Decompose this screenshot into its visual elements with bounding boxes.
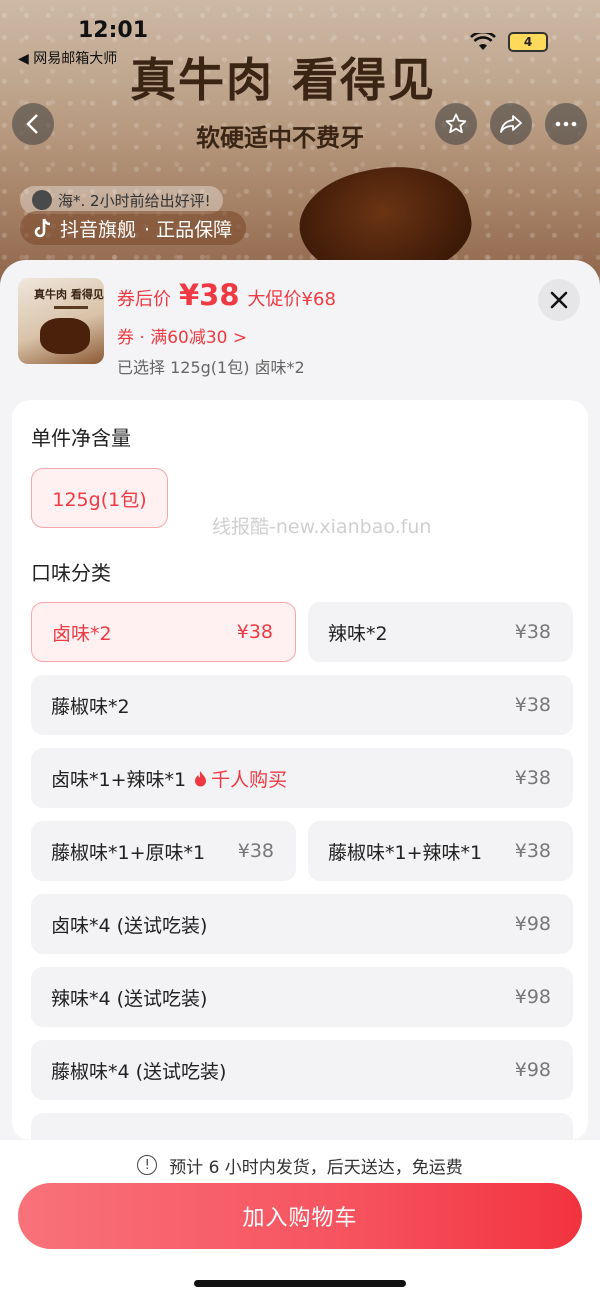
flavor-price: ¥38: [514, 694, 551, 716]
flavor-label: 辣味*2: [328, 622, 388, 645]
home-indicator: [194, 1280, 406, 1287]
status-indicators: 4: [470, 32, 548, 52]
product-hero-banner: 真牛肉 看得见 软硬适中不费牙 12:01 ◀ 网易邮箱大师 4 海*. 2小时…: [0, 0, 600, 300]
thumbnail-jerky-image: [40, 318, 90, 354]
store-guarantee: · 正品保障: [144, 218, 233, 241]
flavor-label: 卤味*1+辣味*1: [51, 768, 187, 791]
flavor-price: ¥38: [514, 840, 551, 862]
hot-sale-tag: 千人购买: [194, 765, 287, 792]
store-badge[interactable]: 抖音旗舰 · 正品保障: [20, 211, 247, 245]
size-section-title: 单件净含量: [31, 426, 131, 450]
flavor-label: 藤椒味*4 (送试吃装): [51, 1060, 227, 1083]
flavor-option[interactable]: 卤味*4 (送试吃装) ¥98: [31, 894, 573, 954]
share-button[interactable]: [490, 103, 532, 145]
wifi-icon: [470, 33, 496, 50]
flavor-price: ¥38: [514, 767, 551, 789]
star-icon: [445, 113, 467, 134]
flavor-option[interactable]: 藤椒味*2 ¥38: [31, 675, 573, 735]
flavor-option[interactable]: 藤椒味*1+辣味*1 ¥38: [308, 821, 573, 881]
price-row: 券后价 ¥38 大促价¥68: [117, 278, 336, 312]
banner-subline: 软硬适中不费牙: [196, 123, 364, 152]
flavor-price: ¥38: [237, 840, 274, 862]
flavor-price: ¥38: [236, 621, 273, 643]
flavor-price: ¥98: [514, 986, 551, 1008]
thumbnail-caption: 真牛肉 看得见: [34, 288, 104, 301]
bottom-action-bar: 加入购物车: [0, 1183, 600, 1300]
more-icon: [555, 121, 577, 127]
flavor-section-title: 口味分类: [31, 561, 111, 585]
watermark: 线报酷-new.xianbao.fun: [212, 516, 432, 538]
flavor-option[interactable]: 辣味*2 ¥38: [308, 602, 573, 662]
flavor-option[interactable]: 藤椒味*4 (送试吃装) ¥98: [31, 1040, 573, 1100]
thumbnail-subline: [54, 306, 88, 309]
share-icon: [500, 115, 522, 133]
back-to-app-link[interactable]: ◀ 网易邮箱大师: [18, 48, 117, 68]
flavor-option[interactable]: 卤味*1+辣味*1 千人购买 ¥38: [31, 748, 573, 808]
flame-icon: [195, 770, 207, 786]
tiktok-icon: [34, 218, 51, 238]
recent-review-chip: 海*. 2小时前给出好评!: [20, 186, 223, 214]
promo-price: 大促价¥68: [247, 289, 336, 310]
final-price: ¥38: [179, 278, 240, 312]
coupon-link[interactable]: 券 · 满60减30 >: [117, 323, 247, 348]
flavor-price: ¥98: [514, 1059, 551, 1081]
price-label: 券后价: [117, 289, 171, 310]
reviewer-avatar: [32, 190, 52, 210]
more-button[interactable]: [545, 103, 587, 145]
flavor-option[interactable]: 辣味*4 (送试吃装) ¥98: [31, 967, 573, 1027]
options-card: 单件净含量 125g(1包) 线报酷-new.xianbao.fun 口味分类 …: [12, 400, 588, 1140]
add-to-cart-button[interactable]: 加入购物车: [18, 1183, 582, 1249]
flavor-option-partial[interactable]: [31, 1113, 573, 1140]
flavor-price: ¥38: [514, 621, 551, 643]
flavor-label: 卤味*4 (送试吃装): [51, 914, 208, 937]
sku-selector-sheet: 真牛肉 看得见 券后价 ¥38 大促价¥68 券 · 满60减30 > 已选择 …: [0, 260, 600, 1300]
chevron-left-icon: [26, 114, 38, 134]
status-time: 12:01: [78, 18, 149, 43]
flavor-label: 藤椒味*2: [51, 695, 130, 718]
close-icon: [550, 291, 568, 309]
review-text: 海*. 2小时前给出好评!: [58, 191, 211, 210]
flavor-price: ¥98: [514, 913, 551, 935]
info-icon: !: [137, 1155, 158, 1175]
size-option-125g[interactable]: 125g(1包): [31, 468, 168, 528]
back-button[interactable]: [12, 103, 54, 145]
flavor-label: 卤味*2: [52, 622, 112, 645]
close-button[interactable]: [538, 279, 580, 321]
flavor-label: 辣味*4 (送试吃装): [51, 987, 208, 1010]
hot-sale-label: 千人购买: [211, 768, 288, 791]
product-thumbnail[interactable]: 真牛肉 看得见: [18, 278, 104, 364]
flavor-label: 藤椒味*1+原味*1: [51, 841, 206, 864]
favorite-button[interactable]: [435, 103, 477, 145]
flavor-option[interactable]: 藤椒味*1+原味*1 ¥38: [31, 821, 296, 881]
flavor-option[interactable]: 卤味*2 ¥38: [31, 602, 296, 662]
battery-icon: 4: [508, 32, 548, 52]
selected-sku-summary: 已选择 125g(1包) 卤味*2: [117, 358, 305, 377]
shipping-text: 预计 6 小时内发货，后天送达，免运费: [169, 1157, 463, 1178]
flavor-label: 藤椒味*1+辣味*1: [328, 841, 483, 864]
store-label: 抖音旗舰: [60, 218, 137, 241]
battery-level: 4: [523, 35, 533, 49]
banner-headline: 真牛肉 看得见: [130, 53, 437, 107]
